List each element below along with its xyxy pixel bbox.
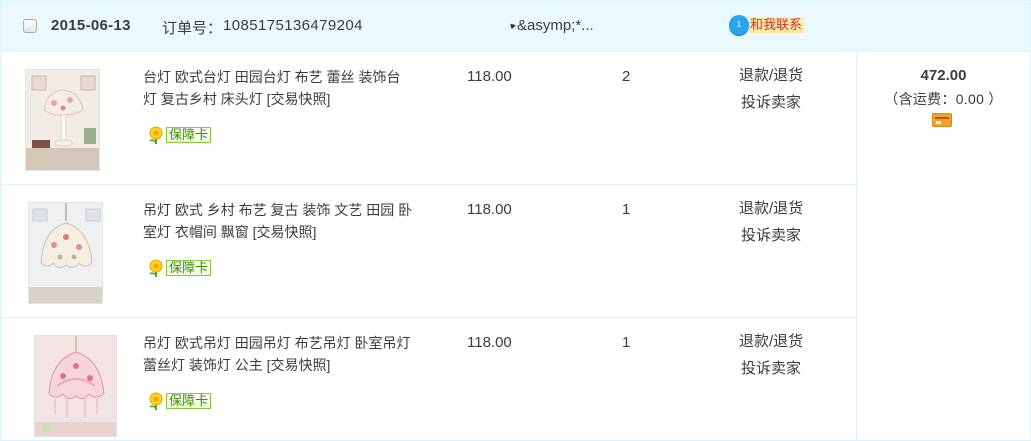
shield-flower-icon — [149, 126, 163, 144]
shop-link[interactable]: &asymp;*... — [508, 17, 594, 34]
product-title-link[interactable]: 吊灯 欧式 乡村 布艺 复古 装饰 文艺 田园 卧室灯 衣帽间 飘窗 [交易快照… — [143, 199, 413, 243]
product-thumbnail[interactable] — [34, 335, 117, 437]
shield-flower-icon — [149, 259, 163, 277]
complain-seller-link[interactable]: 投诉卖家 — [741, 226, 801, 246]
order-card: 2015-06-13 订单号： 1085175136479204 &asymp;… — [0, 0, 1031, 441]
guarantee-card-badge[interactable]: 保障卡 — [147, 125, 212, 145]
contact-seller-label: 和我联系 — [749, 17, 805, 33]
order-number: 1085175136479204 — [223, 17, 363, 34]
select-order-checkbox[interactable] — [23, 19, 37, 33]
item-quantity: 1 — [622, 334, 631, 351]
complain-seller-link[interactable]: 投诉卖家 — [741, 359, 801, 379]
guarantee-card-label: 保障卡 — [166, 393, 212, 409]
item-quantity: 1 — [622, 201, 631, 218]
refund-return-link[interactable]: 退款/退货 — [739, 199, 803, 219]
item-price: 118.00 — [467, 334, 512, 351]
complain-seller-link[interactable]: 投诉卖家 — [741, 93, 801, 113]
order-number-label: 订单号： — [162, 20, 223, 37]
item-price: 118.00 — [467, 68, 512, 85]
shop-arrow-icon — [508, 21, 516, 30]
refund-return-link[interactable]: 退款/退货 — [739, 66, 803, 86]
product-title-link[interactable]: 吊灯 欧式吊灯 田园吊灯 布艺吊灯 卧室吊灯 蕾丝灯 装饰灯 公主 [交易快照] — [143, 332, 413, 376]
chat-bubble-icon: 1 — [729, 15, 749, 35]
order-total: 472.00 — [920, 67, 967, 84]
product-thumbnail[interactable] — [25, 69, 100, 171]
guarantee-card-badge[interactable]: 保障卡 — [147, 258, 212, 278]
guarantee-card-label: 保障卡 — [166, 127, 212, 143]
order-date: 2015-06-13 — [51, 17, 131, 34]
order-items: 台灯 欧式台灯 田园台灯 布艺 蕾丝 装饰台灯 复古乡村 床头灯 [交易快照] … — [1, 52, 857, 441]
shipping-fee: （含运费：0.00 ） — [884, 91, 1003, 107]
order-item-row: 台灯 欧式台灯 田园台灯 布艺 蕾丝 装饰台灯 复古乡村 床头灯 [交易快照] … — [1, 52, 857, 185]
guarantee-card-badge[interactable]: 保障卡 — [147, 391, 212, 411]
shop-name: &asymp;*... — [517, 17, 594, 34]
credit-card-icon[interactable] — [932, 113, 952, 127]
product-title-link[interactable]: 台灯 欧式台灯 田园台灯 布艺 蕾丝 装饰台灯 复古乡村 床头灯 [交易快照] — [143, 66, 413, 110]
order-item-row: 吊灯 欧式吊灯 田园吊灯 布艺吊灯 卧室吊灯 蕾丝灯 装饰灯 公主 [交易快照]… — [1, 318, 857, 441]
item-price: 118.00 — [467, 201, 512, 218]
shield-flower-icon — [149, 392, 163, 410]
item-quantity: 2 — [622, 68, 631, 85]
order-header: 2015-06-13 订单号： 1085175136479204 &asymp;… — [1, 1, 1030, 52]
order-item-row: 吊灯 欧式 乡村 布艺 复古 装饰 文艺 田园 卧室灯 衣帽间 飘窗 [交易快照… — [1, 185, 857, 318]
product-thumbnail[interactable] — [28, 202, 103, 304]
guarantee-card-label: 保障卡 — [166, 260, 212, 276]
refund-return-link[interactable]: 退款/退货 — [739, 332, 803, 352]
order-total-column: 472.00 （含运费：0.00 ） — [856, 52, 1030, 441]
